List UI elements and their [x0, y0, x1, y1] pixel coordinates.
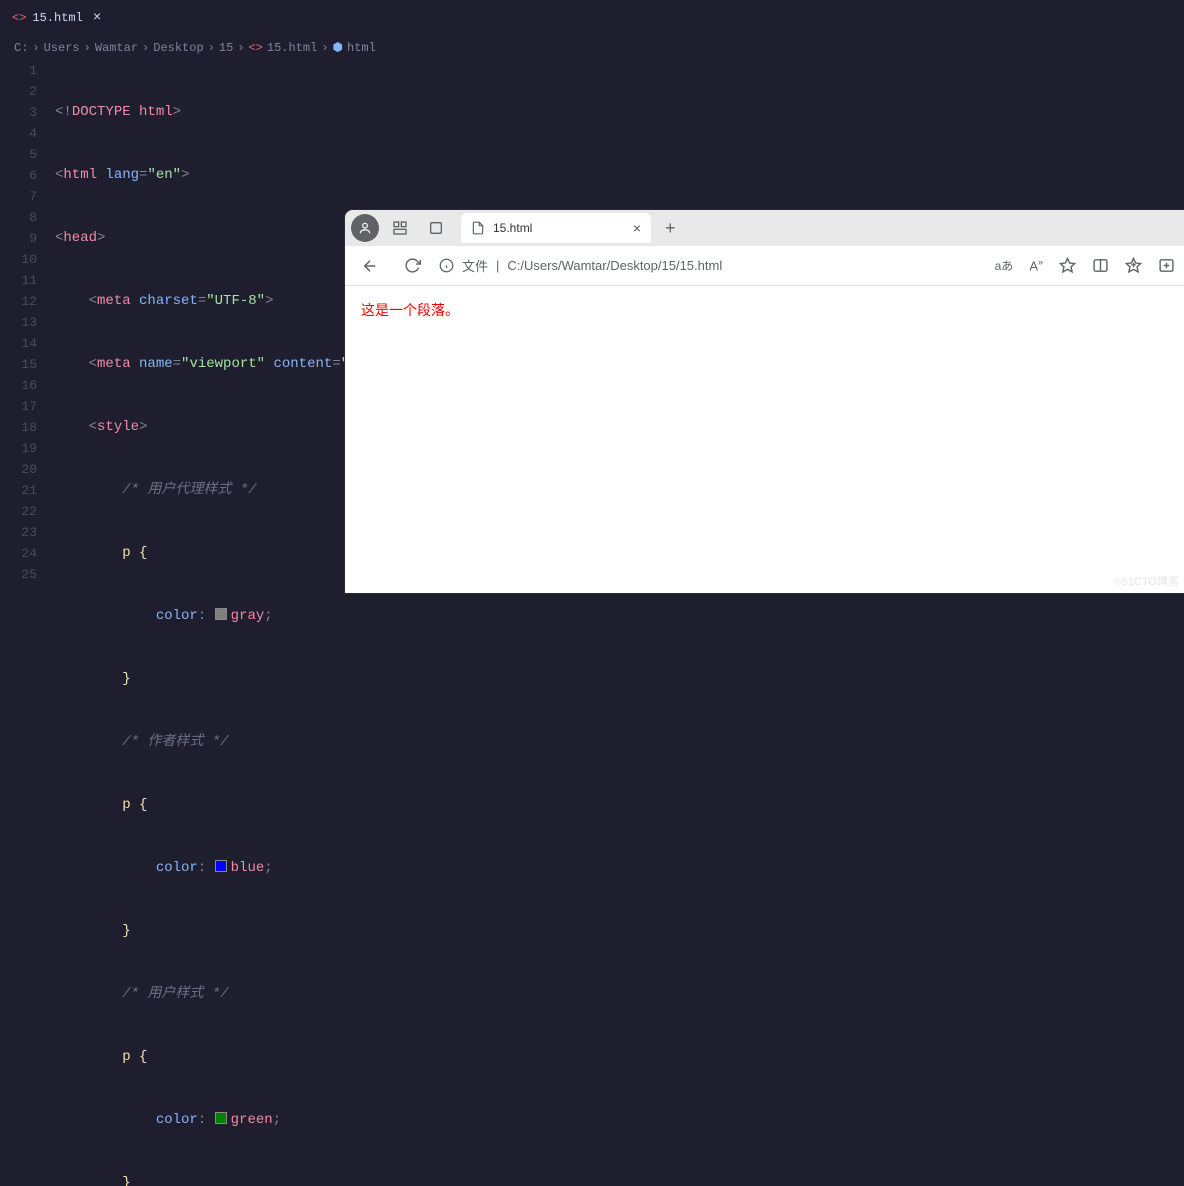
breadcrumb-part[interactable]: html [347, 41, 376, 55]
profile-button[interactable] [351, 214, 379, 242]
close-icon[interactable]: × [89, 10, 105, 26]
editor-tab[interactable]: <> 15.html × [0, 0, 117, 35]
url-separator: | [496, 258, 499, 273]
read-aloud-icon[interactable]: A» [1029, 257, 1043, 273]
collections-icon[interactable] [1125, 257, 1142, 274]
chevron-right-icon: › [84, 41, 91, 55]
watermark: ©51CTO博客 [1114, 573, 1179, 589]
chevron-right-icon: › [142, 41, 149, 55]
breadcrumb: C: › Users › Wamtar › Desktop › 15 › <> 15.ht… [0, 35, 1184, 60]
html-file-icon: <> [248, 41, 262, 55]
cube-icon: ⬢ [333, 40, 343, 55]
address-bar[interactable]: 文件 | C:/Users/Wamtar/Desktop/15/15.html [439, 256, 983, 275]
browser-toolbar-right: aあ A» [995, 257, 1175, 274]
chevron-right-icon: › [237, 41, 244, 55]
translate-icon[interactable]: aあ [995, 257, 1014, 274]
new-tab-button[interactable]: + [657, 218, 684, 239]
url-scheme-label: 文件 [462, 256, 488, 275]
breadcrumb-part[interactable]: C: [14, 41, 28, 55]
url-path: C:/Users/Wamtar/Desktop/15/15.html [507, 258, 722, 273]
line-number-gutter: 123 456 789 101112 131415 161718 192021 … [0, 60, 55, 1186]
color-swatch-gray [215, 608, 227, 620]
favorite-icon[interactable] [1059, 257, 1076, 274]
workspaces-icon[interactable] [385, 213, 415, 243]
split-screen-icon[interactable] [1092, 257, 1109, 274]
file-icon [471, 221, 485, 235]
tab-actions-icon[interactable] [421, 213, 451, 243]
chevron-right-icon: › [321, 41, 328, 55]
browser-viewport: 这是一个段落。 [345, 286, 1184, 334]
editor-tab-filename: 15.html [32, 11, 82, 25]
color-swatch-blue [215, 860, 227, 872]
browser-window: 15.html × + 文件 | C:/Users/Wamtar/Desktop… [345, 210, 1184, 593]
close-icon[interactable]: × [633, 220, 641, 236]
breadcrumb-part[interactable]: 15 [219, 41, 233, 55]
editor-tab-bar: <> 15.html × [0, 0, 1184, 35]
back-button[interactable] [355, 251, 385, 281]
browser-toolbar: 文件 | C:/Users/Wamtar/Desktop/15/15.html … [345, 246, 1184, 286]
breadcrumb-part[interactable]: Desktop [153, 41, 203, 55]
page-paragraph: 这是一个段落。 [361, 300, 1169, 320]
chevron-right-icon: › [208, 41, 215, 55]
refresh-button[interactable] [397, 251, 427, 281]
color-swatch-green [215, 1112, 227, 1124]
breadcrumb-part[interactable]: Users [44, 41, 80, 55]
browser-tab[interactable]: 15.html × [461, 213, 651, 243]
info-icon [439, 258, 454, 273]
html-file-icon: <> [12, 11, 26, 25]
chevron-right-icon: › [32, 41, 39, 55]
browser-tab-strip: 15.html × + [345, 210, 1184, 246]
breadcrumb-part[interactable]: 15.html [267, 41, 317, 55]
breadcrumb-part[interactable]: Wamtar [95, 41, 138, 55]
browser-tab-title: 15.html [493, 221, 532, 235]
browser-menu-icon[interactable] [1158, 257, 1175, 274]
